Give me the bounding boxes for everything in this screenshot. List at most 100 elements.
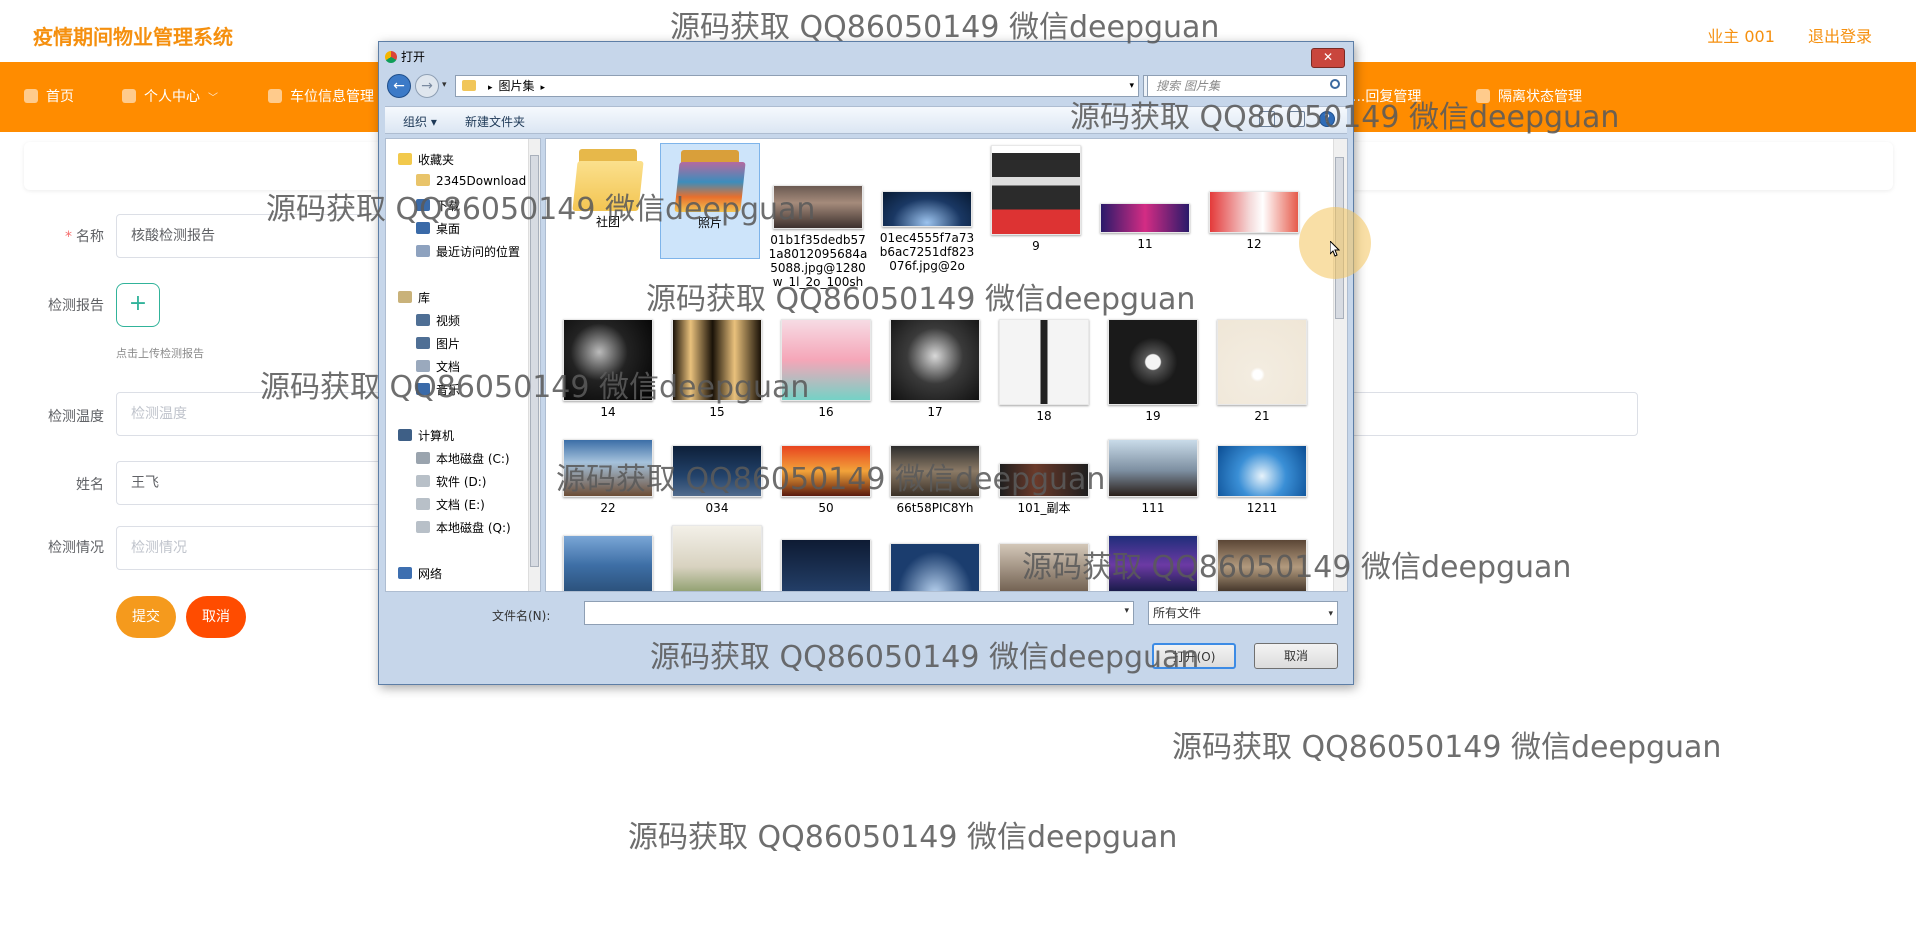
upload-hint: 点击上传检测报告: [116, 347, 204, 360]
temperature-label: 检测温度: [48, 409, 104, 425]
library-icon: [398, 291, 412, 303]
file-type-select[interactable]: 所有文件 ▾: [1148, 601, 1338, 625]
report-label: 检测报告: [48, 298, 104, 314]
dialog-close-button[interactable]: ✕: [1311, 48, 1345, 68]
cancel-button[interactable]: 取消: [186, 596, 246, 638]
back-button[interactable]: ←: [387, 74, 411, 98]
file-item[interactable]: 11: [1095, 203, 1195, 259]
dialog-title: 打开: [385, 48, 425, 65]
home-icon: [24, 89, 38, 103]
nav-pictures[interactable]: 图片: [416, 335, 460, 352]
watermark: 源码获取 QQ86050149 微信deepguan: [260, 370, 810, 405]
recent-places-icon: [416, 245, 430, 257]
required-marker: *: [65, 229, 72, 245]
image-thumbnail: [1108, 439, 1198, 497]
dialog-cancel-button[interactable]: 取消: [1254, 643, 1338, 669]
address-bar[interactable]: ▸ 图片集 ▸ ▾: [455, 75, 1139, 97]
nav-drive-c[interactable]: 本地磁盘 (C:): [416, 450, 510, 467]
upload-button[interactable]: +: [116, 283, 160, 327]
image-thumbnail: [563, 535, 653, 591]
image-thumbnail: [882, 191, 972, 227]
watermark: 源码获取 QQ86050149 微信deepguan: [1070, 100, 1620, 135]
search-icon: [1330, 79, 1340, 89]
computer-icon: [398, 429, 412, 441]
watermark: 源码获取 QQ86050149 微信deepguan: [1172, 730, 1722, 765]
situation-label: 检测情况: [48, 540, 104, 556]
watermark: 源码获取 QQ86050149 微信deepguan: [1022, 550, 1572, 585]
watermark: 源码获取 QQ86050149 微信deepguan: [556, 462, 1106, 497]
star-icon: [398, 153, 412, 165]
libraries-node[interactable]: 库: [398, 289, 430, 306]
nav-item-personal-center[interactable]: 个人中心 ﹀: [122, 62, 218, 132]
chevron-down-icon: ▾: [1328, 609, 1333, 619]
car-icon: [268, 89, 282, 103]
app-title: 疫情期间物业管理系统: [33, 25, 233, 49]
nav-drive-e[interactable]: 文档 (E:): [416, 496, 485, 513]
image-thumbnail: [1100, 203, 1190, 233]
nav-recent-places[interactable]: 最近访问的位置: [416, 243, 520, 260]
situation-field[interactable]: 检测情况: [116, 526, 396, 570]
forward-button[interactable]: →: [415, 74, 439, 98]
file-item[interactable]: 9: [986, 145, 1086, 259]
submit-button[interactable]: 提交: [116, 596, 176, 638]
video-icon: [416, 314, 430, 326]
image-thumbnail: [890, 543, 980, 591]
watermark: 源码获取 QQ86050149 微信deepguan: [646, 282, 1196, 317]
chevron-down-icon: ﹀: [208, 93, 218, 104]
breadcrumb-pictures[interactable]: 图片集: [499, 79, 535, 93]
nav-videos[interactable]: 视频: [416, 312, 460, 329]
file-item[interactable]: 21: [1212, 319, 1312, 429]
file-item[interactable]: 19: [1103, 319, 1203, 429]
favorites-node[interactable]: 收藏夹: [398, 151, 454, 168]
file-item[interactable]: 111: [1103, 439, 1203, 519]
image-thumbnail: [1209, 191, 1299, 233]
file-item[interactable]: [885, 543, 985, 591]
file-item[interactable]: 1211: [1212, 445, 1312, 519]
logout-link[interactable]: 退出登录: [1808, 27, 1872, 46]
nav-item-parking[interactable]: 车位信息管理: [268, 62, 374, 132]
image-thumbnail: [781, 539, 871, 591]
drive-icon: [416, 475, 430, 487]
computer-node[interactable]: 计算机: [398, 427, 454, 444]
chevron-down-icon[interactable]: ▾: [1124, 606, 1129, 616]
name-label: * 名称: [65, 229, 104, 245]
watermark: 源码获取 QQ86050149 微信deepguan: [628, 820, 1178, 855]
drive-icon: [416, 521, 430, 533]
image-thumbnail: [1217, 445, 1307, 497]
mouse-cursor-icon: [1330, 241, 1340, 257]
image-thumbnail: [1108, 319, 1198, 405]
nav-drive-d[interactable]: 软件 (D:): [416, 473, 486, 490]
new-folder-button[interactable]: 新建文件夹: [465, 113, 525, 130]
folder-icon: [462, 80, 476, 91]
nav-item-label: 车位信息管理: [290, 89, 374, 105]
file-item[interactable]: 17: [885, 319, 985, 429]
drive-icon: [416, 452, 430, 464]
header-links: 业主 001 退出登录: [1679, 23, 1872, 47]
user-icon: [122, 89, 136, 103]
image-thumbnail: [672, 525, 762, 591]
watermark: 源码获取 QQ86050149 微信deepguan: [650, 640, 1200, 675]
drive-icon: [416, 498, 430, 510]
nav-item-label: 首页: [46, 89, 74, 105]
filename-input[interactable]: ▾: [584, 601, 1134, 625]
watermark: 源码获取 QQ86050149 微信deepguan: [670, 10, 1220, 45]
image-thumbnail: [890, 319, 980, 401]
chrome-icon: [385, 51, 397, 63]
nav-item-home[interactable]: 首页: [24, 62, 74, 132]
image-thumbnail: [1217, 319, 1307, 405]
organize-menu[interactable]: 组织 ▾: [403, 113, 437, 130]
nav-drive-q[interactable]: 本地磁盘 (Q:): [416, 519, 511, 536]
nav-item-label: 个人中心: [144, 89, 200, 105]
file-item[interactable]: [558, 535, 658, 591]
file-item[interactable]: [776, 539, 876, 591]
file-item[interactable]: [667, 525, 767, 591]
person-name-field[interactable]: 王飞: [116, 461, 396, 505]
network-node[interactable]: 网络: [398, 565, 442, 582]
network-icon: [398, 567, 412, 579]
person-name-label: 姓名: [76, 477, 104, 493]
watermark: 源码获取 QQ86050149 微信deepguan: [266, 192, 816, 227]
user-label[interactable]: 业主 001: [1707, 27, 1775, 46]
file-item[interactable]: 18: [994, 319, 1094, 429]
file-item[interactable]: 12: [1204, 191, 1304, 259]
recent-pages-dropdown[interactable]: ▾: [442, 80, 447, 90]
